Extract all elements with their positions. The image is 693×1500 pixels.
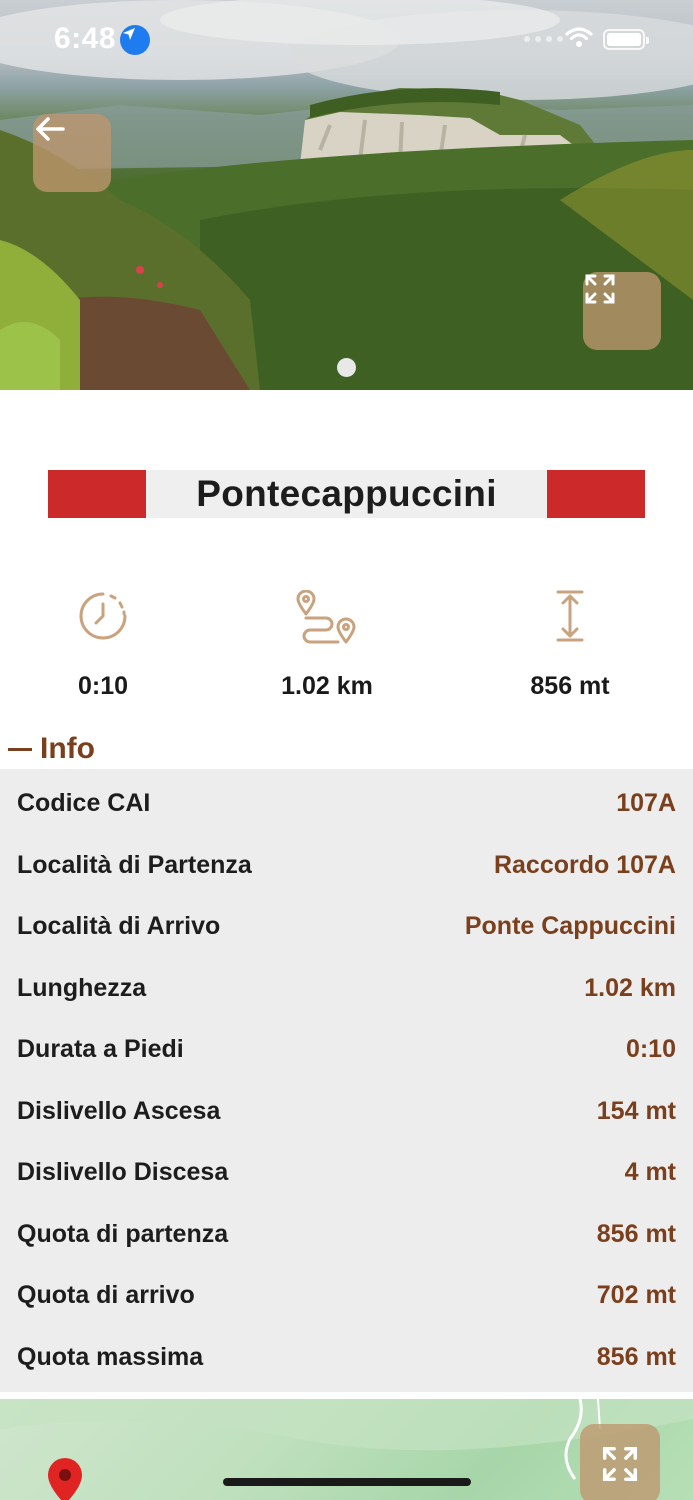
- info-label: Durata a Piedi: [17, 1035, 184, 1063]
- trail-marker-right: [547, 470, 645, 518]
- info-label: Dislivello Discesa: [17, 1158, 229, 1186]
- trail-detail-screen: 6:48 Pontecappuccini 0:10 1.02 km 856 mt…: [0, 0, 693, 1500]
- expand-icon: [602, 1446, 638, 1482]
- info-row: Dislivello Ascesa 154 mt: [0, 1081, 693, 1142]
- info-row: Durata a Piedi 0:10: [0, 1019, 693, 1080]
- length-value: 1.02 km: [281, 672, 373, 700]
- trail-stats: 0:10 1.02 km 856 mt: [0, 590, 693, 710]
- info-value: Raccordo 107A: [493, 851, 676, 879]
- route-icon: [296, 590, 356, 644]
- expand-photo-button[interactable]: [583, 272, 661, 350]
- info-label: Quota di arrivo: [17, 1281, 195, 1309]
- arrow-left-icon: [36, 117, 65, 141]
- status-bar: 6:48: [0, 0, 693, 80]
- collapse-dash-icon: [8, 747, 32, 751]
- trail-photo-carousel[interactable]: 6:48: [0, 0, 693, 390]
- info-label: Quota massima: [17, 1343, 204, 1371]
- info-label: Codice CAI: [17, 789, 151, 817]
- trail-title: Pontecappuccini: [196, 473, 497, 514]
- info-row: Località di Partenza Raccordo 107A: [0, 835, 693, 896]
- info-label: Lunghezza: [17, 974, 147, 1002]
- info-value: 154 mt: [596, 1097, 676, 1125]
- duration-value: 0:10: [77, 672, 129, 700]
- trail-title-banner: Pontecappuccini: [48, 470, 645, 518]
- info-row: Dislivello Discesa 4 mt: [0, 1142, 693, 1203]
- altitude-value: 856 mt: [530, 672, 610, 700]
- stat-length: 1.02 km: [227, 590, 427, 701]
- info-label: Dislivello Ascesa: [17, 1097, 221, 1125]
- expand-map-button[interactable]: [580, 1424, 660, 1500]
- home-indicator[interactable]: [223, 1478, 471, 1486]
- stat-duration: 0:10: [3, 590, 203, 701]
- info-table: Codice CAI 107A Località di Partenza Rac…: [0, 769, 693, 1392]
- info-label: Quota di partenza: [17, 1220, 229, 1248]
- info-row: Quota massima 856 mt: [0, 1327, 693, 1388]
- info-value: 0:10: [625, 1035, 676, 1063]
- info-row: Lunghezza 1.02 km: [0, 958, 693, 1019]
- info-value: Ponte Cappuccini: [464, 912, 676, 940]
- trail-marker-left: [48, 470, 146, 518]
- info-value: 856 mt: [596, 1343, 676, 1371]
- info-value: 107A: [616, 789, 676, 817]
- info-row: Località di Arrivo Ponte Cappuccini: [0, 896, 693, 957]
- info-value: 4 mt: [624, 1158, 676, 1186]
- expand-icon: [585, 274, 615, 304]
- info-row: Quota di arrivo 702 mt: [0, 1265, 693, 1326]
- info-value: 1.02 km: [584, 974, 676, 1002]
- info-value: 702 mt: [596, 1281, 676, 1309]
- stat-altitude: 856 mt: [470, 590, 670, 701]
- vertical-arrows-icon: [556, 590, 584, 642]
- map-pin-icon[interactable]: [45, 1456, 85, 1500]
- info-label: Località di Partenza: [17, 851, 252, 879]
- location-arrow-icon: [120, 25, 150, 55]
- battery-icon: [603, 29, 649, 50]
- info-heading: Info: [40, 732, 95, 765]
- status-time: 6:48: [54, 22, 117, 55]
- info-value: 856 mt: [596, 1220, 676, 1248]
- info-label: Località di Arrivo: [17, 912, 221, 940]
- info-section-toggle[interactable]: Info: [8, 732, 95, 766]
- info-row: Quota di partenza 856 mt: [0, 1204, 693, 1265]
- signal-dots-icon: [524, 36, 563, 42]
- info-row: Codice CAI 107A: [0, 773, 693, 834]
- clock-icon: [79, 592, 127, 640]
- carousel-page-indicator[interactable]: [337, 358, 356, 377]
- back-button[interactable]: [33, 114, 111, 192]
